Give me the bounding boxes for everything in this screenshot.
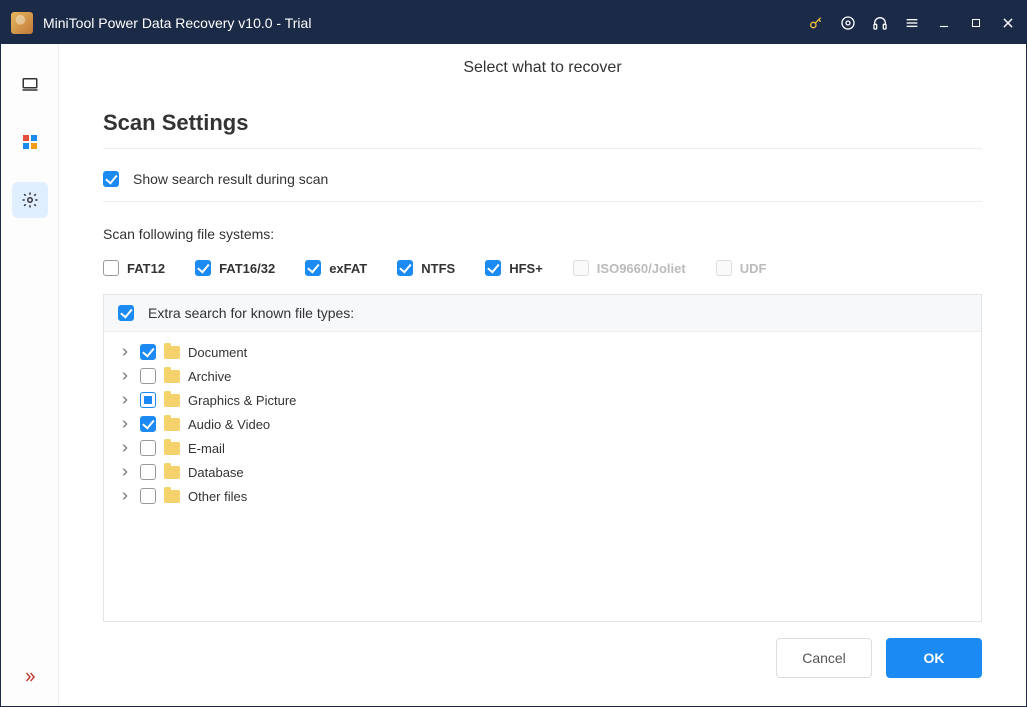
filesystem-item: FAT12 [103,260,165,276]
file-type-item: Archive [118,364,967,388]
filesystem-label: HFS+ [509,261,543,276]
filesystem-checkbox [573,260,589,276]
window-title: MiniTool Power Data Recovery v10.0 - Tri… [43,15,311,31]
filesystems-label: Scan following file systems: [103,216,982,242]
sidebar-item-pc[interactable] [12,66,48,102]
file-type-checkbox[interactable] [140,368,156,384]
folder-icon [164,370,180,383]
minimize-icon[interactable] [936,15,952,31]
filesystem-checkbox[interactable] [195,260,211,276]
chevron-right-icon[interactable] [118,419,132,429]
chevron-right-icon[interactable] [118,443,132,453]
chevron-right-icon[interactable] [118,371,132,381]
extra-search-checkbox[interactable] [118,305,134,321]
file-type-item: Other files [118,484,967,508]
show-during-scan-row: Show search result during scan [103,163,982,202]
filesystem-item: UDF [716,260,767,276]
folder-icon [164,442,180,455]
key-icon[interactable] [808,15,824,31]
file-type-checkbox[interactable] [140,416,156,432]
show-during-scan-label: Show search result during scan [133,171,328,187]
file-type-item: E-mail [118,436,967,460]
filesystem-checkbox [716,260,732,276]
folder-icon [164,466,180,479]
file-type-checkbox[interactable] [140,464,156,480]
content: Select what to recover Scan Settings Sho… [59,44,1026,706]
chevron-right-icon[interactable] [118,467,132,477]
titlebar-left: MiniTool Power Data Recovery v10.0 - Tri… [11,12,311,34]
chevron-right-icon[interactable] [118,347,132,357]
file-type-label: Database [188,465,244,480]
filesystem-checkbox[interactable] [305,260,321,276]
settings-panel: Scan Settings Show search result during … [73,92,1012,692]
file-type-item: Document [118,340,967,364]
filesystem-label: FAT12 [127,261,165,276]
file-type-label: Document [188,345,247,360]
cancel-button[interactable]: Cancel [776,638,872,678]
filesystem-label: UDF [740,261,767,276]
file-type-checkbox[interactable] [140,344,156,360]
titlebar: MiniTool Power Data Recovery v10.0 - Tri… [1,1,1026,44]
file-type-label: Graphics & Picture [188,393,296,408]
file-type-item: Database [118,460,967,484]
file-type-item: Graphics & Picture [118,388,967,412]
disc-icon[interactable] [840,15,856,31]
headphones-icon[interactable] [872,15,888,31]
sidebar-item-settings[interactable] [12,182,48,218]
filesystem-checkbox[interactable] [103,260,119,276]
filesystem-item: FAT16/32 [195,260,275,276]
file-type-checkbox[interactable] [140,392,156,408]
filesystem-item: HFS+ [485,260,543,276]
file-type-label: Archive [188,369,231,384]
filesystem-checkbox[interactable] [485,260,501,276]
chevron-right-icon[interactable] [118,395,132,405]
filesystem-label: NTFS [421,261,455,276]
filesystem-label: exFAT [329,261,367,276]
file-types-box: Extra search for known file types: Docum… [103,294,982,622]
app-body: Select what to recover Scan Settings Sho… [1,44,1026,706]
sidebar-collapse-icon[interactable] [21,670,39,684]
folder-icon [164,394,180,407]
app-logo-icon [11,12,33,34]
filesystem-item: ISO9660/Joliet [573,260,686,276]
sidebar-item-devices[interactable] [12,124,48,160]
app-window: MiniTool Power Data Recovery v10.0 - Tri… [0,0,1027,707]
maximize-icon[interactable] [968,15,984,31]
close-icon[interactable] [1000,15,1016,31]
filesystem-label: ISO9660/Joliet [597,261,686,276]
chevron-right-icon[interactable] [118,491,132,501]
titlebar-right [808,15,1016,31]
file-type-label: E-mail [188,441,225,456]
page-header: Select what to recover [59,44,1026,92]
file-type-label: Other files [188,489,247,504]
extra-search-header: Extra search for known file types: [104,295,981,332]
file-types-tree: Document Archive Graphics & Picture Audio &… [104,332,981,516]
file-type-label: Audio & Video [188,417,270,432]
folder-icon [164,490,180,503]
filesystem-checkbox[interactable] [397,260,413,276]
folder-icon [164,346,180,359]
folder-icon [164,418,180,431]
filesystem-item: exFAT [305,260,367,276]
file-type-item: Audio & Video [118,412,967,436]
footer: Cancel OK [103,622,982,678]
file-type-checkbox[interactable] [140,440,156,456]
menu-icon[interactable] [904,15,920,31]
filesystem-label: FAT16/32 [219,261,275,276]
show-during-scan-checkbox[interactable] [103,171,119,187]
sidebar [1,44,59,706]
extra-search-label: Extra search for known file types: [148,305,354,321]
filesystems-row: FAT12 FAT16/32 exFAT NTFS HFS+ ISO9660/Joliet… [103,252,982,294]
page-title: Select what to recover [463,59,621,77]
ok-button[interactable]: OK [886,638,982,678]
filesystem-item: NTFS [397,260,455,276]
panel-title: Scan Settings [103,110,982,149]
file-type-checkbox[interactable] [140,488,156,504]
